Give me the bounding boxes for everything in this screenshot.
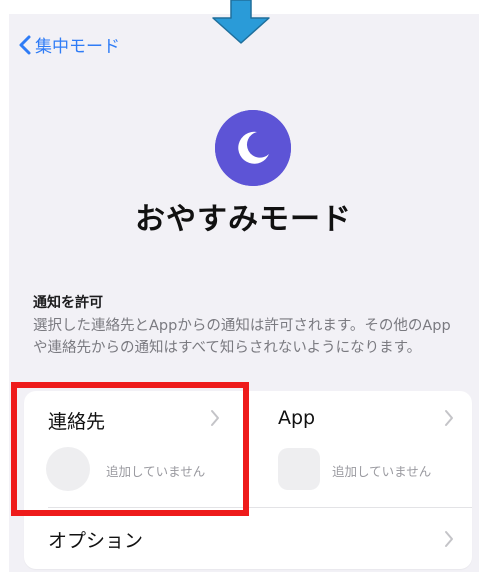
section-title: 通知を許可	[33, 295, 103, 311]
back-button[interactable]: 集中モード	[17, 32, 120, 57]
allowed-notifications-card: 連絡先 追加していません App 追加していません オプション	[24, 391, 472, 569]
focus-mode-screen: 集中モード おやすみモード 通知を許可 選択した連絡先とAppからの通知は許可さ…	[9, 14, 479, 572]
options-label: オプション	[48, 530, 144, 552]
contacts-label: 連絡先	[48, 411, 106, 433]
chevron-right-icon	[445, 531, 453, 547]
contact-avatar-placeholder	[46, 447, 90, 491]
chevron-left-icon	[19, 35, 31, 54]
contacts-cell[interactable]: 連絡先 追加していません	[24, 391, 248, 507]
chevron-right-icon	[445, 410, 453, 426]
mode-icon-badge	[215, 110, 291, 186]
contacts-empty-text: 追加していません	[106, 464, 206, 479]
back-button-label: 集中モード	[35, 37, 120, 57]
apps-cell[interactable]: App 追加していません	[248, 391, 472, 507]
app-icon-placeholder	[278, 448, 320, 490]
chevron-right-icon	[211, 410, 219, 426]
annotation-arrow-icon	[212, 0, 270, 44]
moon-icon	[215, 110, 291, 186]
options-row[interactable]: オプション	[24, 508, 472, 569]
apps-empty-text: 追加していません	[332, 464, 432, 479]
section-description: 選択した連絡先とAppからの通知は許可されます。その他のAppや連絡先からの通知…	[33, 318, 451, 356]
page-title: おやすみモード	[135, 202, 352, 237]
apps-label: App	[278, 407, 316, 429]
